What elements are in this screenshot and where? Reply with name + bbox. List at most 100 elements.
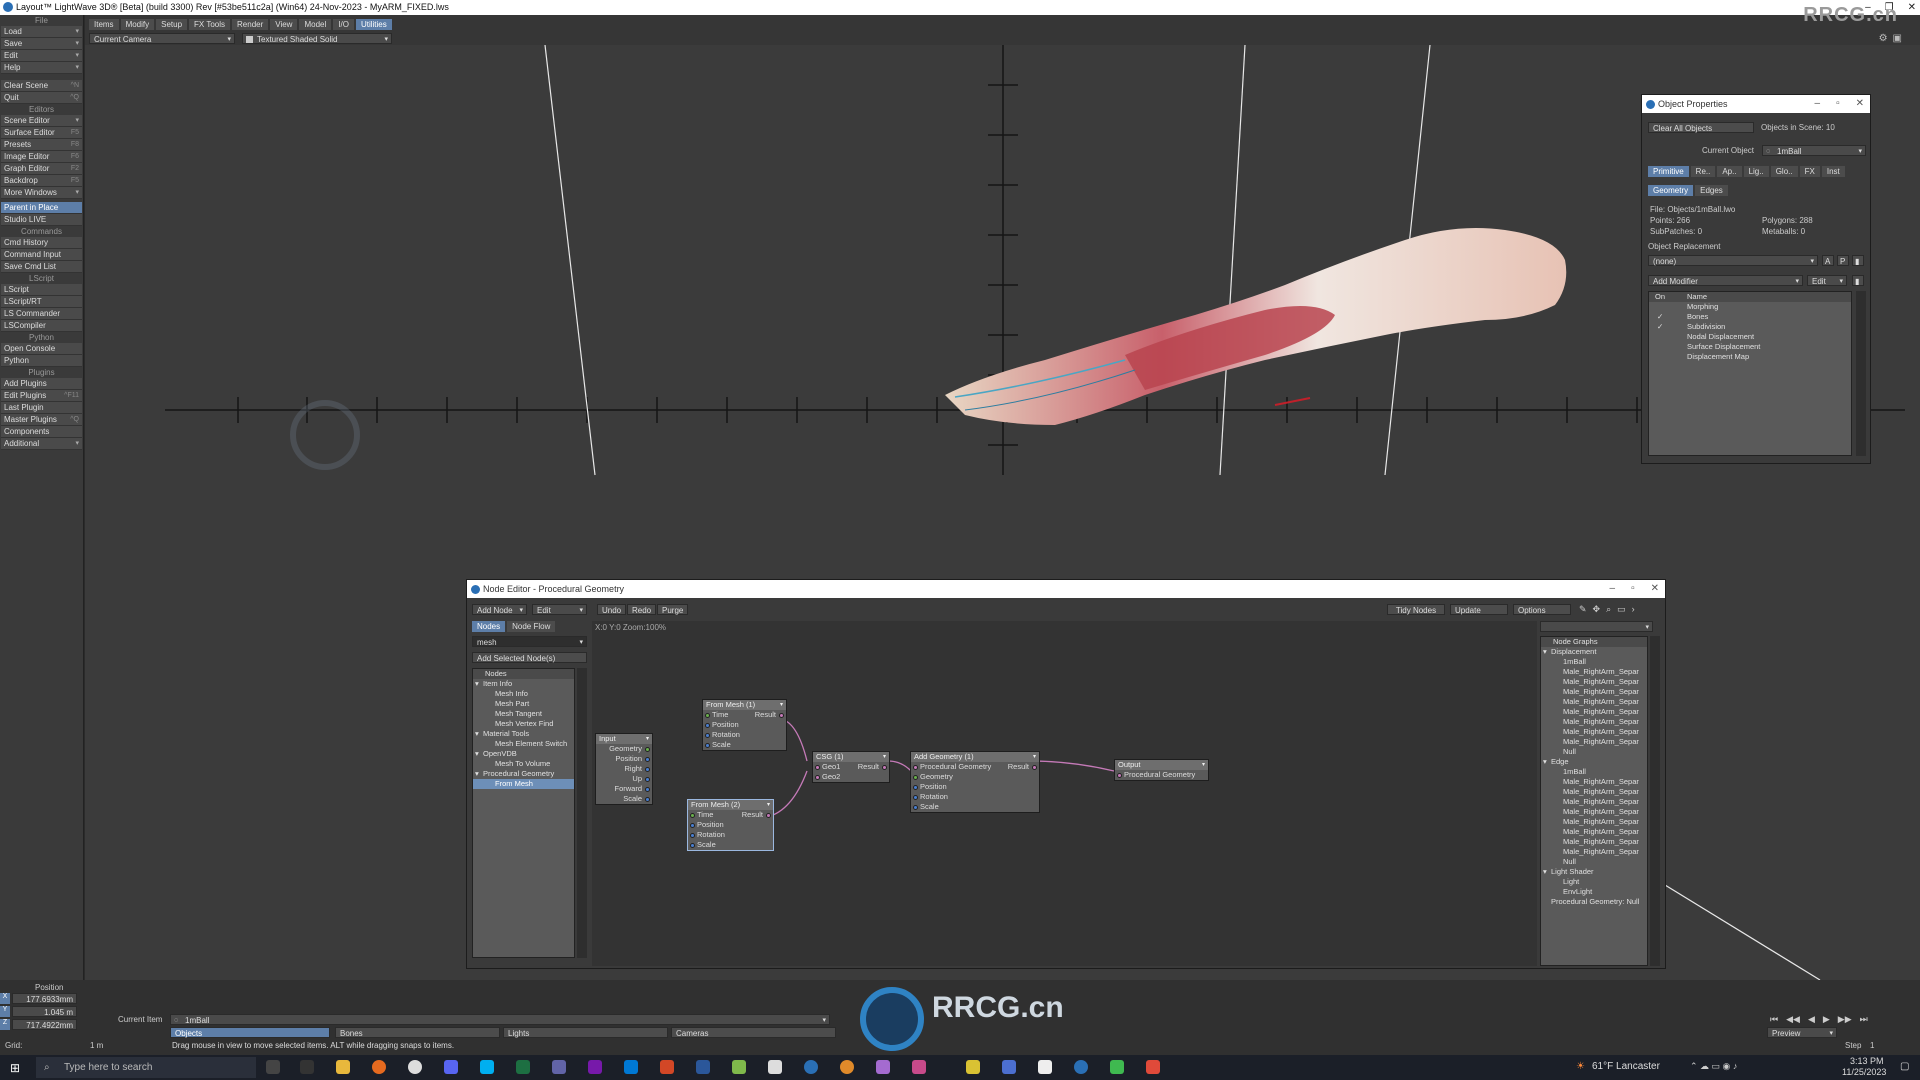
ls-commander-button[interactable]: LS Commander [1,308,82,320]
load-button[interactable]: Load ▾ [1,26,82,38]
app-icon[interactable] [1146,1060,1160,1074]
lightwave-taskbar-icon[interactable] [804,1060,818,1074]
clock-date[interactable]: 11/25/2023 [1842,1067,1886,1077]
from-mesh-1-port-scale[interactable]: Scale [703,740,786,750]
add-geometry-port-rotation[interactable]: Rotation [911,792,1039,802]
csg-node[interactable]: CSG (1) ▾ Geo1 Result Geo2 [812,751,890,783]
tab-modify[interactable]: Modify [120,19,155,30]
python-button[interactable]: Python [1,355,82,367]
node-tree-group[interactable]: ▾ Procedural Geometry [473,769,574,779]
input-port-up[interactable]: Up [596,774,652,784]
graph-item[interactable]: Male_RightArm_Separ [1541,807,1647,817]
help-button[interactable]: Help ▾ [1,62,82,74]
add-geometry-port-procedural[interactable]: Procedural Geometry Result [911,762,1039,772]
add-selected-nodes-button[interactable]: Add Selected Node(s) [472,652,587,663]
node-tree-item[interactable]: Mesh Part [473,699,574,709]
lightwave-modeler-icon[interactable] [1074,1060,1088,1074]
tab-geometry[interactable]: Geometry [1648,185,1694,196]
maximize-icon[interactable]: ▫ [1631,580,1635,598]
from-mesh-1-port-rotation[interactable]: Rotation [703,730,786,740]
excel-icon[interactable] [516,1060,530,1074]
node-tree-item[interactable]: Mesh Vertex Find [473,719,574,729]
graph-item[interactable]: Male_RightArm_Separ [1541,717,1647,727]
graph-item[interactable]: Null [1541,857,1647,867]
next-key-icon[interactable]: ▶▶ [1838,1014,1852,1025]
save-cmd-list-button[interactable]: Save Cmd List [1,261,82,273]
tab-setup[interactable]: Setup [156,19,188,30]
lscript-rt-button[interactable]: LScript/RT [1,296,82,308]
preview-select[interactable]: Preview ▾ [1767,1027,1837,1038]
move-icon[interactable]: ✥ [1593,604,1601,615]
graph-group[interactable]: ▾ Edge [1541,757,1647,767]
filter-bones-button[interactable]: Bones [335,1027,500,1038]
modifier-row-bones[interactable]: ✓ Bones [1649,312,1851,322]
close-icon[interactable]: ✕ [1651,580,1659,598]
graph-item[interactable]: Male_RightArm_Separ [1541,697,1647,707]
current-object-select[interactable]: ◌ 1mBall ▾ [1762,145,1866,156]
y-position-field[interactable]: 1.045 m [12,1006,77,1017]
graph-item[interactable]: Male_RightArm_Separ [1541,677,1647,687]
graph-item[interactable]: Procedural Geometry: Null [1541,897,1647,907]
node-tree-scrollbar[interactable] [577,668,587,958]
file-explorer-icon[interactable] [336,1060,350,1074]
tab-render[interactable]: Re.. [1690,166,1716,177]
image-editor-button[interactable]: Image Editor F6 [1,151,82,163]
cmd-history-button[interactable]: Cmd History [1,237,82,249]
add-plugins-button[interactable]: Add Plugins [1,378,82,390]
discord-icon[interactable] [444,1060,458,1074]
checkmark-icon[interactable]: ✓ [1657,312,1663,322]
graph-item[interactable]: Male_RightArm_Separ [1541,687,1647,697]
system-tray-icons[interactable]: ⌃ ☁ ▭ ◉ ♪ [1690,1061,1737,1072]
tab-view[interactable]: View [270,19,298,30]
node-canvas[interactable]: X:0 Y:0 Zoom:100% Input ▾ Geometry Positi… [592,621,1537,966]
lscript-button[interactable]: LScript [1,284,82,296]
node-tree-group[interactable]: ▾ OpenVDB [473,749,574,759]
gear-icon[interactable]: ⚙ [1879,33,1888,44]
modifier-row-morphing[interactable]: Morphing [1649,302,1851,312]
expand-icon[interactable]: › [1632,604,1635,615]
update-button[interactable]: Update [1450,604,1508,615]
tab-instance[interactable]: Inst [1821,166,1845,177]
frame-icon[interactable]: ▭ [1617,604,1626,615]
tab-primitive[interactable]: Primitive [1648,166,1689,177]
play-icon[interactable]: ▶ [1823,1014,1830,1025]
edit-modifier-select[interactable]: Edit ▾ [1807,275,1847,286]
graph-item[interactable]: Male_RightArm_Separ [1541,667,1647,677]
from-mesh-2-port-position[interactable]: Position [688,820,773,830]
node-tree-item[interactable]: Mesh Info [473,689,574,699]
tab-fx-tools[interactable]: FX Tools [189,19,231,30]
graph-item[interactable]: Male_RightArm_Separ [1541,737,1647,747]
shading-select[interactable]: Textured Shaded Solid ▾ [242,33,392,44]
object-replacement-select[interactable]: (none) ▾ [1648,255,1818,266]
node-graphs-scrollbar[interactable] [1650,636,1660,966]
undo-button[interactable]: Undo [597,604,627,615]
tab-nodes[interactable]: Nodes [472,621,506,632]
input-port-position[interactable]: Position [596,754,652,764]
input-port-forward[interactable]: Forward [596,784,652,794]
add-node-menu[interactable]: Add Node ▾ [472,604,527,615]
graph-item[interactable]: 1mBall [1541,657,1647,667]
maximize-icon[interactable]: ▫ [1836,95,1840,113]
open-console-button[interactable]: Open Console [1,343,82,355]
app-icon[interactable] [1110,1060,1124,1074]
tab-edges[interactable]: Edges [1695,185,1728,196]
last-plugin-button[interactable]: Last Plugin [1,402,82,414]
onenote-icon[interactable] [588,1060,602,1074]
filter-lights-button[interactable]: Lights [503,1027,668,1038]
filter-objects-button[interactable]: Objects [170,1027,330,1038]
clear-all-objects-button[interactable]: Clear All Objects [1648,122,1754,133]
from-mesh-2-port-time[interactable]: Time Result [688,810,773,820]
input-port-right[interactable]: Right [596,764,652,774]
node-graphs-filter[interactable]: ▾ [1540,621,1653,632]
notification-icon[interactable]: ▢ [1900,1061,1909,1072]
scene-editor-button[interactable]: Scene Editor ▾ [1,115,82,127]
input-port-geometry[interactable]: Geometry [596,744,652,754]
graph-item[interactable]: Male_RightArm_Separ [1541,787,1647,797]
add-geometry-port-position[interactable]: Position [911,782,1039,792]
from-mesh-2-port-scale[interactable]: Scale [688,840,773,850]
tidy-nodes-button[interactable]: Tidy Nodes [1387,604,1445,615]
graph-editor-button[interactable]: Graph Editor F2 [1,163,82,175]
graph-item[interactable]: Light [1541,877,1647,887]
graph-item[interactable]: Male_RightArm_Separ [1541,847,1647,857]
calendar-icon[interactable] [1038,1060,1052,1074]
